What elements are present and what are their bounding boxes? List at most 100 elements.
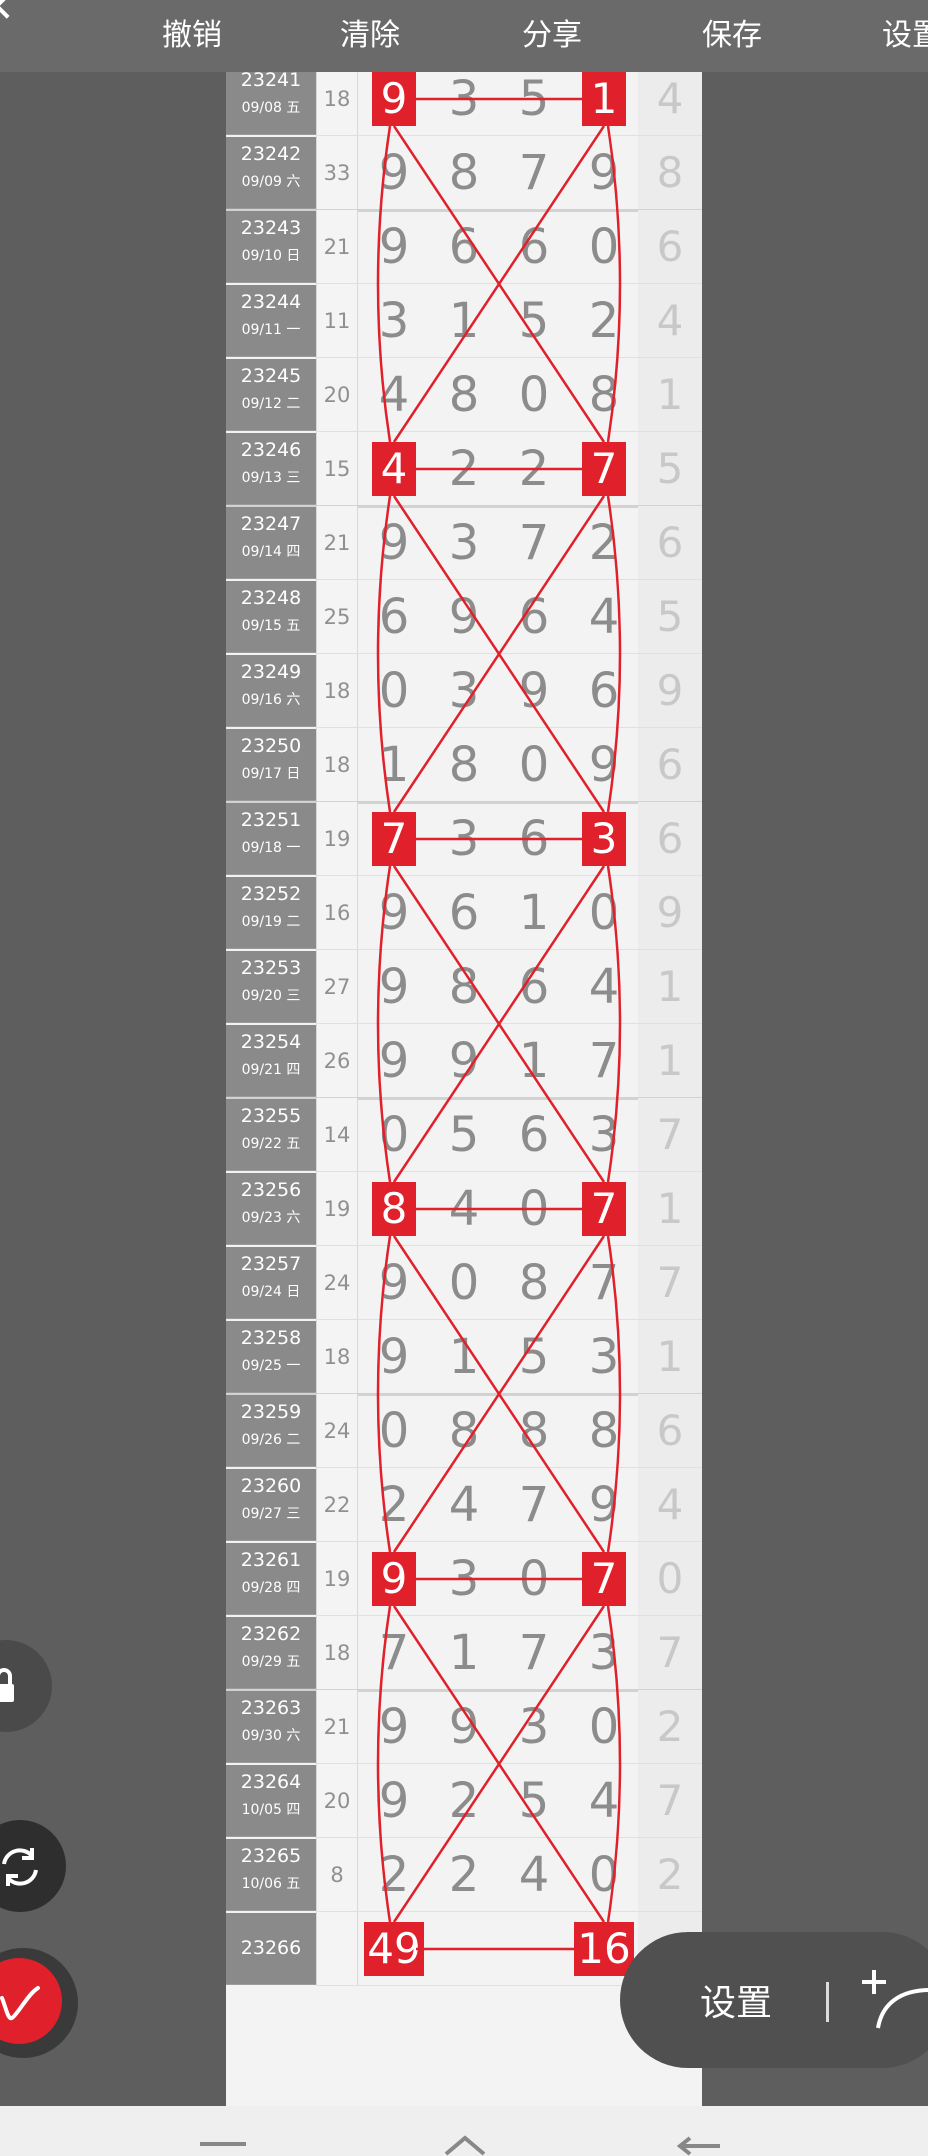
- settings-button[interactable]: 设置: [882, 10, 928, 54]
- issue-number: 23243: [240, 217, 302, 239]
- issue-number: 23253: [240, 957, 302, 979]
- table-row: 23256 09/23 六 19 8 4 0 7 1: [226, 1172, 702, 1246]
- issue-date: 09/26 二: [241, 1432, 301, 1448]
- issue-date: 09/15 五: [241, 618, 301, 634]
- issue-cell: 23243 09/10 日: [226, 211, 316, 283]
- table-row: 23246 09/13 三 15 4 2 2 7 5: [226, 432, 702, 508]
- digit-cell: 2: [448, 441, 480, 497]
- issue-number: 23260: [240, 1475, 302, 1497]
- issue-cell: 23257 09/24 日: [226, 1247, 316, 1319]
- pen-icon: [0, 1986, 40, 2021]
- extra-digit: 1: [638, 358, 702, 432]
- issue-number: 23254: [240, 1031, 302, 1053]
- highlighted-digit: 49: [364, 1922, 424, 1976]
- digit-cell: 9: [518, 663, 550, 719]
- table-row: 23248 09/15 五 25 6 9 6 4 5: [226, 580, 702, 654]
- digit-cell: 9: [448, 589, 480, 645]
- digit-cell: 3: [448, 663, 480, 719]
- issue-cell: 23250 09/17 日: [226, 729, 316, 801]
- digit-cell: 0: [518, 737, 550, 793]
- sum-value: 20: [316, 1764, 358, 1838]
- table-row: 23253 09/20 三 27 9 8 6 4 1: [226, 950, 702, 1024]
- digit-cell: 4: [448, 1181, 480, 1237]
- issue-date: 09/30 六: [241, 1728, 301, 1744]
- digit-cell: 0: [448, 1255, 480, 1311]
- nav-menu-icon[interactable]: [198, 2140, 248, 2156]
- sum-value: 21: [316, 506, 358, 580]
- digit-cell: 4: [518, 1847, 550, 1903]
- lock-button[interactable]: [0, 1640, 52, 1732]
- issue-cell: 23249 09/16 六: [226, 655, 316, 727]
- issue-date: 09/29 五: [241, 1654, 301, 1670]
- extra-digit: 0: [638, 1542, 702, 1616]
- issue-number: 23261: [240, 1549, 302, 1571]
- back-icon[interactable]: [0, 0, 20, 19]
- table-row: 23263 09/30 六 21 9 9 3 0 2: [226, 1690, 702, 1764]
- extra-digit: 7: [638, 1616, 702, 1690]
- sum-value: 14: [316, 1098, 358, 1172]
- issue-cell: 23258 09/25 一: [226, 1321, 316, 1393]
- digit-cell: 2: [378, 1847, 410, 1903]
- nav-back-icon[interactable]: [676, 2134, 726, 2156]
- curve-tool-icon[interactable]: [860, 1960, 928, 2040]
- digit-cell: 6: [448, 219, 480, 275]
- issue-number: 23242: [240, 143, 302, 165]
- extra-digit: 8: [638, 136, 702, 210]
- issue-date: 09/08 五: [241, 100, 301, 116]
- digit-cell: 3: [448, 72, 480, 127]
- issue-date: 09/12 二: [241, 396, 301, 412]
- digit-cell: 8: [448, 1403, 480, 1459]
- extra-digit: 1: [638, 1320, 702, 1394]
- issue-cell: 23259 09/26 二: [226, 1395, 316, 1467]
- digit-cell: 0: [588, 885, 620, 941]
- digit-cell: 3: [448, 515, 480, 571]
- issue-date: 09/23 六: [241, 1210, 301, 1226]
- digit-cell: 9: [588, 145, 620, 201]
- rotate-button[interactable]: [0, 1820, 66, 1912]
- issue-number: 23266: [240, 1937, 302, 1959]
- nav-home-icon[interactable]: [440, 2134, 490, 2156]
- extra-digit: 9: [638, 654, 702, 728]
- sum-value: 33: [316, 136, 358, 210]
- issue-date: 09/14 四: [241, 544, 301, 560]
- system-nav-bar: [0, 2106, 928, 2156]
- panel-settings-button[interactable]: 设置: [700, 1974, 772, 2026]
- highlighted-digit: 1: [582, 72, 626, 126]
- highlighted-digit: 8: [372, 1182, 416, 1236]
- digit-cell: 9: [378, 1255, 410, 1311]
- sum-value: 22: [316, 1468, 358, 1542]
- digit-cell: 9: [378, 145, 410, 201]
- highlighted-digit: 9: [372, 1552, 416, 1606]
- extra-digit: 4: [638, 284, 702, 358]
- extra-digit: 4: [638, 72, 702, 136]
- digit-cell: 6: [448, 885, 480, 941]
- issue-date: 09/19 二: [241, 914, 301, 930]
- digit-cell: 3: [448, 1551, 480, 1607]
- digit-cell: 2: [588, 515, 620, 571]
- issue-cell: 23251 09/18 一: [226, 803, 316, 875]
- digit-cell: 3: [588, 1107, 620, 1163]
- issue-date: 09/17 日: [241, 766, 301, 782]
- digit-cell: 9: [378, 1329, 410, 1385]
- extra-digit: 7: [638, 1098, 702, 1172]
- issue-date: 09/16 六: [241, 692, 301, 708]
- digit-cell: 1: [378, 737, 410, 793]
- undo-button[interactable]: 撤销: [162, 10, 222, 54]
- digit-cell: 5: [448, 1107, 480, 1163]
- digit-cell: 3: [588, 1625, 620, 1681]
- issue-cell: 23245 09/12 二: [226, 359, 316, 431]
- share-button[interactable]: 分享: [522, 10, 582, 54]
- issue-number: 23246: [240, 439, 302, 461]
- issue-cell: 23253 09/20 三: [226, 951, 316, 1023]
- issue-number: 23255: [240, 1105, 302, 1127]
- digit-cell: 9: [448, 1033, 480, 1089]
- digit-cell: 5: [518, 72, 550, 127]
- sum-value: 18: [316, 1616, 358, 1690]
- panel-divider: [826, 1982, 829, 2022]
- clear-button[interactable]: 清除: [340, 10, 400, 54]
- digit-cell: 9: [448, 1699, 480, 1755]
- sum-value: 24: [316, 1246, 358, 1320]
- highlighted-digit: 16: [574, 1922, 634, 1976]
- save-button[interactable]: 保存: [702, 10, 762, 54]
- issue-date: 09/27 三: [241, 1506, 301, 1522]
